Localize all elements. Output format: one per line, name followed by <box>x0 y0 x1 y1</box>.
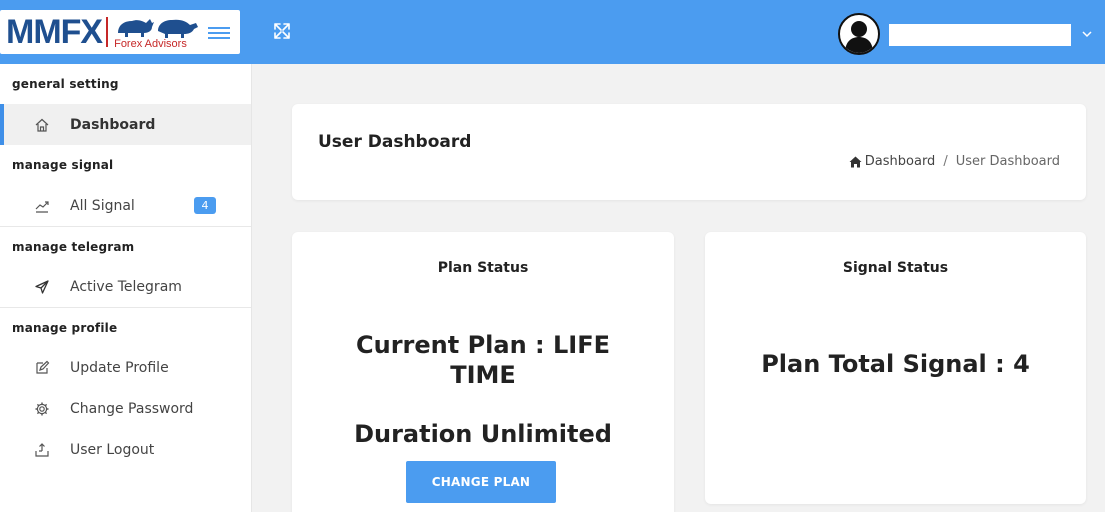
sidebar-section-telegram: manage telegram <box>0 226 251 266</box>
logo-text: MMFX <box>6 12 103 51</box>
plan-duration-text: Duration Unlimited <box>354 420 612 448</box>
breadcrumb: Dashboard / User Dashboard <box>849 154 1060 169</box>
signal-count-badge: 4 <box>194 197 216 214</box>
breadcrumb-separator: / <box>943 154 948 169</box>
paper-plane-icon <box>35 280 49 294</box>
sidebar-item-user-logout[interactable]: User Logout <box>0 429 251 470</box>
avatar[interactable] <box>838 13 880 55</box>
sidebar-section-general: general setting <box>12 77 119 91</box>
breadcrumb-current: User Dashboard <box>955 154 1060 169</box>
sidebar-item-active-telegram[interactable]: Active Telegram <box>0 266 251 307</box>
sidebar-section-profile: manage profile <box>0 307 251 347</box>
sidebar-item-label: Dashboard <box>70 116 156 133</box>
top-bar: MMFX Forex Advisors <box>0 0 1105 64</box>
menu-toggle-icon[interactable] <box>208 24 230 40</box>
brand-logo[interactable]: MMFX Forex Advisors <box>0 10 240 54</box>
home-icon <box>849 156 862 167</box>
bull-bear-icon <box>118 19 199 38</box>
sidebar-item-update-profile[interactable]: Update Profile <box>0 347 251 388</box>
sidebar-section-signal: manage signal <box>12 158 114 172</box>
trend-icon <box>35 201 49 213</box>
home-icon <box>35 118 49 132</box>
username-display[interactable] <box>889 24 1071 46</box>
logout-icon <box>35 443 49 457</box>
logo-emblem: Forex Advisors <box>112 11 204 53</box>
sidebar-item-label: All Signal <box>70 197 135 214</box>
plan-status-card: Plan Status Current Plan : LIFE TIME Dur… <box>292 232 674 512</box>
plan-total-signal-text: Plan Total Signal : 4 <box>761 350 1030 378</box>
edit-icon <box>36 360 50 374</box>
change-plan-button[interactable]: CHANGE PLAN <box>406 461 556 503</box>
sidebar-item-label: User Logout <box>70 441 155 458</box>
page-title: User Dashboard <box>318 132 472 152</box>
gear-icon <box>35 402 49 416</box>
sidebar-item-dashboard[interactable]: Dashboard <box>0 104 251 145</box>
page-header-card: User Dashboard Dashboard / User Dashboar… <box>292 104 1086 200</box>
breadcrumb-home-link[interactable]: Dashboard <box>865 154 936 169</box>
plan-status-title: Plan Status <box>437 260 529 276</box>
signal-status-title: Signal Status <box>842 260 949 276</box>
signal-status-card: Signal Status Plan Total Signal : 4 <box>705 232 1086 504</box>
chevron-down-icon[interactable] <box>1080 27 1094 41</box>
sidebar-item-label: Update Profile <box>70 359 169 376</box>
sidebar: general setting Dashboard manage signal … <box>0 64 252 512</box>
current-plan-text: Current Plan : LIFE TIME <box>356 331 610 389</box>
logo-divider <box>106 17 109 47</box>
sidebar-item-change-password[interactable]: Change Password <box>0 388 251 429</box>
sidebar-item-all-signal[interactable]: All Signal 4 <box>0 185 251 226</box>
sidebar-item-label: Change Password <box>70 400 194 417</box>
logo-subtitle: Forex Advisors <box>114 38 187 50</box>
user-silhouette-icon <box>845 21 873 53</box>
sidebar-item-label: Active Telegram <box>70 278 182 295</box>
fullscreen-icon[interactable] <box>272 21 292 41</box>
